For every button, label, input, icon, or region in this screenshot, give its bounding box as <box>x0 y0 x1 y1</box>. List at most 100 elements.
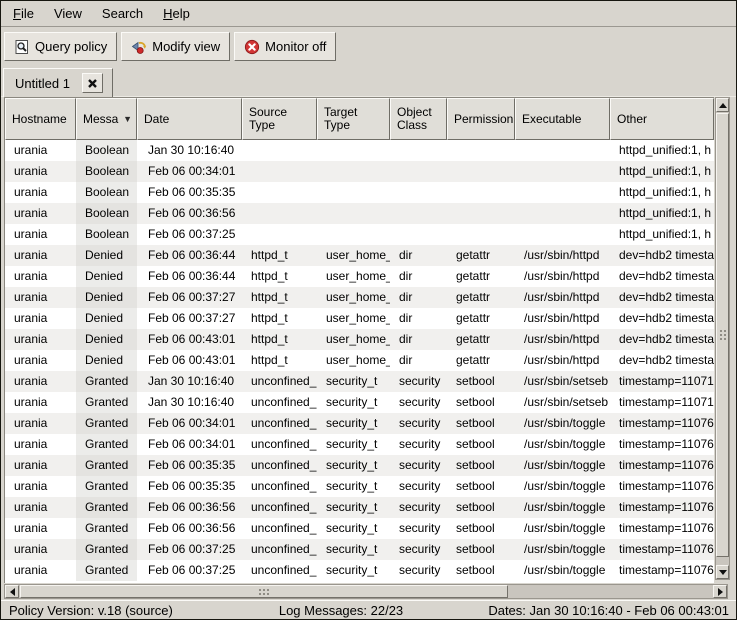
column-header-object-class[interactable]: Object Class <box>390 98 447 140</box>
column-header-executable[interactable]: Executable <box>515 98 610 140</box>
table-row[interactable]: uraniaGrantedJan 30 10:16:40unconfined_s… <box>5 371 714 392</box>
cell-hostname: urania <box>5 287 76 308</box>
cell-other: timestamp=11076 <box>610 518 714 539</box>
column-header-target-type[interactable]: Target Type <box>317 98 390 140</box>
status-bar: Policy Version: v.18 (source) Log Messag… <box>1 600 736 619</box>
cell-target <box>317 140 390 161</box>
table-row[interactable]: uraniaBooleanFeb 06 00:37:25httpd_unifie… <box>5 224 714 245</box>
cell-hostname: urania <box>5 245 76 266</box>
column-header-label: Target Type <box>324 106 385 132</box>
cell-hostname: urania <box>5 518 76 539</box>
menu-help[interactable]: Help <box>153 2 200 25</box>
cell-object <box>390 161 447 182</box>
table-viewport: Hostname Messa ▼ Date Source Type Target… <box>4 97 714 583</box>
table-row[interactable]: uraniaDeniedFeb 06 00:43:01httpd_tuser_h… <box>5 350 714 371</box>
cell-other: timestamp=11076 <box>610 539 714 560</box>
table-row[interactable]: uraniaDeniedFeb 06 00:37:27httpd_tuser_h… <box>5 287 714 308</box>
horizontal-scrollbar-thumb[interactable] <box>20 585 508 598</box>
cell-other: timestamp=11076 <box>610 476 714 497</box>
column-header-message[interactable]: Messa ▼ <box>76 98 137 140</box>
cell-date: Feb 06 00:34:01 <box>137 161 242 182</box>
scroll-right-button[interactable] <box>713 585 727 598</box>
cell-permission: setbool <box>447 434 515 455</box>
table-row[interactable]: uraniaGrantedJan 30 10:16:40unconfined_s… <box>5 392 714 413</box>
cell-permission: setbool <box>447 371 515 392</box>
cell-object: dir <box>390 350 447 371</box>
cell-permission: setbool <box>447 497 515 518</box>
cell-executable: /usr/sbin/toggle <box>515 497 610 518</box>
cell-object: dir <box>390 287 447 308</box>
table-row[interactable]: uraniaGrantedFeb 06 00:35:35unconfined_s… <box>5 455 714 476</box>
cell-message: Boolean <box>76 161 137 182</box>
table-row[interactable]: uraniaDeniedFeb 06 00:36:44httpd_tuser_h… <box>5 245 714 266</box>
table-row[interactable]: uraniaDeniedFeb 06 00:36:44httpd_tuser_h… <box>5 266 714 287</box>
menu-search[interactable]: Search <box>92 2 153 25</box>
scroll-down-button[interactable] <box>716 565 729 579</box>
column-header-source-type[interactable]: Source Type <box>242 98 317 140</box>
table-row[interactable]: uraniaBooleanFeb 06 00:36:56httpd_unifie… <box>5 203 714 224</box>
cell-target <box>317 224 390 245</box>
cell-message: Granted <box>76 560 137 581</box>
cell-date: Feb 06 00:36:56 <box>137 497 242 518</box>
cell-executable: /usr/sbin/httpd <box>515 329 610 350</box>
column-header-permission[interactable]: Permission <box>447 98 515 140</box>
menu-file[interactable]: File <box>3 2 44 25</box>
cell-message: Denied <box>76 287 137 308</box>
cell-hostname: urania <box>5 224 76 245</box>
table-row[interactable]: uraniaGrantedFeb 06 00:37:25unconfined_s… <box>5 560 714 581</box>
table-row[interactable]: uraniaGrantedFeb 06 00:34:01unconfined_s… <box>5 413 714 434</box>
column-header-label: Permission <box>454 113 513 126</box>
cell-other: dev=hdb2 timesta <box>610 287 714 308</box>
cell-date: Feb 06 00:36:44 <box>137 266 242 287</box>
scroll-left-button[interactable] <box>5 585 19 598</box>
cell-target: security_t <box>317 539 390 560</box>
vertical-scrollbar[interactable] <box>715 97 730 580</box>
monitor-off-button[interactable]: Monitor off <box>234 32 336 61</box>
horizontal-scrollbar[interactable] <box>4 584 728 599</box>
query-policy-button[interactable]: Query policy <box>4 32 117 61</box>
tab-bar: Untitled 1 <box>1 66 736 97</box>
cell-hostname: urania <box>5 203 76 224</box>
table-row[interactable]: uraniaGrantedFeb 06 00:35:35unconfined_s… <box>5 476 714 497</box>
cell-source: httpd_t <box>242 308 317 329</box>
table-row[interactable]: uraniaGrantedFeb 06 00:37:25unconfined_s… <box>5 539 714 560</box>
table-row[interactable]: uraniaBooleanFeb 06 00:34:01httpd_unifie… <box>5 161 714 182</box>
modify-view-button[interactable]: Modify view <box>121 32 230 61</box>
tab-label: Untitled 1 <box>15 76 70 91</box>
cell-executable <box>515 140 610 161</box>
cell-message: Boolean <box>76 224 137 245</box>
cell-source: unconfined_ <box>242 497 317 518</box>
menu-view[interactable]: View <box>44 2 92 25</box>
arrow-down-icon <box>719 570 727 575</box>
table-row[interactable]: uraniaGrantedFeb 06 00:36:56unconfined_s… <box>5 497 714 518</box>
cell-source: unconfined_ <box>242 476 317 497</box>
cell-permission: setbool <box>447 539 515 560</box>
tab-close-button[interactable] <box>82 73 103 93</box>
scroll-up-button[interactable] <box>716 98 729 112</box>
cell-message: Boolean <box>76 182 137 203</box>
cell-executable: /usr/sbin/httpd <box>515 350 610 371</box>
column-header-other[interactable]: Other <box>610 98 714 140</box>
column-header-date[interactable]: Date <box>137 98 242 140</box>
cell-target: user_home_ <box>317 287 390 308</box>
cell-hostname: urania <box>5 455 76 476</box>
cell-other: httpd_unified:1, h <box>610 203 714 224</box>
vertical-scrollbar-thumb[interactable] <box>716 113 729 557</box>
cell-hostname: urania <box>5 350 76 371</box>
cell-target: security_t <box>317 518 390 539</box>
column-header-hostname[interactable]: Hostname <box>5 98 76 140</box>
cell-source <box>242 224 317 245</box>
cell-permission: getattr <box>447 245 515 266</box>
cell-source: unconfined_ <box>242 539 317 560</box>
cell-target: security_t <box>317 560 390 581</box>
tab-untitled-1[interactable]: Untitled 1 <box>3 68 113 97</box>
table-row[interactable]: uraniaBooleanFeb 06 00:35:35httpd_unifie… <box>5 182 714 203</box>
cell-permission: getattr <box>447 308 515 329</box>
table-row[interactable]: uraniaGrantedFeb 06 00:36:56unconfined_s… <box>5 518 714 539</box>
cell-object: security <box>390 518 447 539</box>
cell-source <box>242 203 317 224</box>
table-row[interactable]: uraniaBooleanJan 30 10:16:40httpd_unifie… <box>5 140 714 161</box>
table-row[interactable]: uraniaGrantedFeb 06 00:34:01unconfined_s… <box>5 434 714 455</box>
table-row[interactable]: uraniaDeniedFeb 06 00:37:27httpd_tuser_h… <box>5 308 714 329</box>
table-row[interactable]: uraniaDeniedFeb 06 00:43:01httpd_tuser_h… <box>5 329 714 350</box>
